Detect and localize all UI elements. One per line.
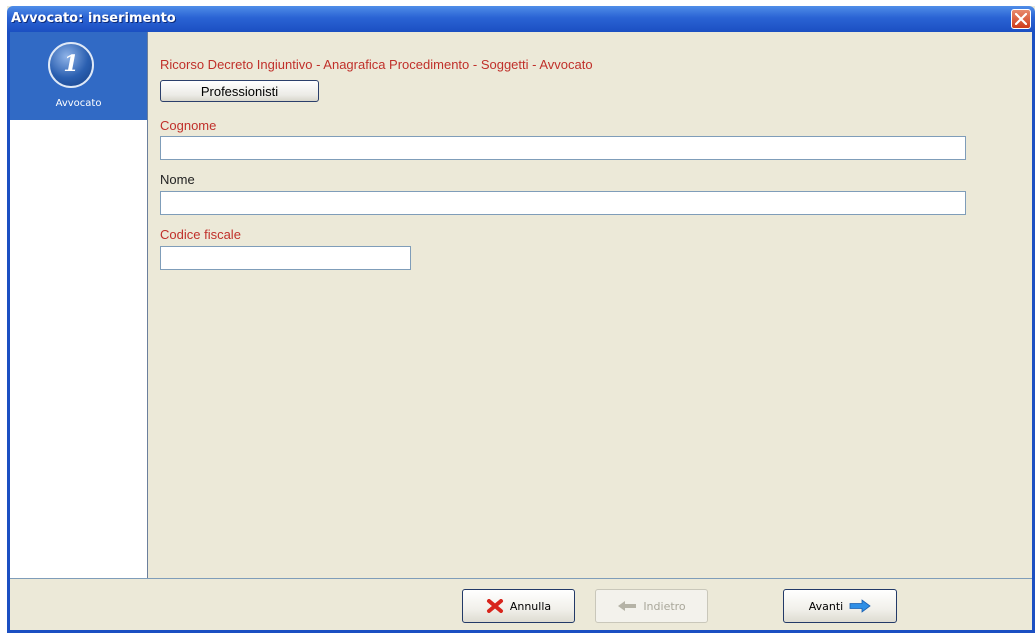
nome-label: Nome <box>160 172 195 187</box>
indietro-button[interactable]: Indietro <box>595 589 708 623</box>
professionisti-button[interactable]: Professionisti <box>160 80 319 102</box>
step-avvocato[interactable]: 1 Avvocato <box>10 32 147 120</box>
cognome-input[interactable] <box>160 136 966 160</box>
codice-fiscale-label: Codice fiscale <box>160 227 241 242</box>
step-number-badge: 1 <box>48 42 94 88</box>
footer-bar: Annulla Indietro Avanti <box>10 579 1032 630</box>
arrow-right-icon <box>849 599 871 613</box>
avanti-label: Avanti <box>808 599 844 613</box>
title-bar[interactable]: Avvocato: inserimento <box>7 6 1035 32</box>
breadcrumb: Ricorso Decreto Ingiuntivo - Anagrafica … <box>160 57 593 72</box>
window-title: Avvocato: inserimento <box>11 11 176 26</box>
wizard-steps-sidebar: 1 Avvocato <box>10 32 148 578</box>
indietro-label: Indietro <box>643 599 686 613</box>
cognome-label: Cognome <box>160 118 217 133</box>
dialog-window: Avvocato: inserimento 1 Avvocato Ricorso… <box>7 6 1035 633</box>
annulla-label: Annulla <box>509 599 552 613</box>
close-button[interactable] <box>1011 9 1031 29</box>
avanti-button[interactable]: Avanti <box>783 589 897 623</box>
step-label: Avvocato <box>55 98 102 109</box>
arrow-left-icon <box>618 601 637 611</box>
annulla-button[interactable]: Annulla <box>462 589 575 623</box>
nome-input[interactable] <box>160 191 966 215</box>
main-content: Ricorso Decreto Ingiuntivo - Anagrafica … <box>148 32 1032 578</box>
close-x-icon <box>1015 13 1027 25</box>
codice-fiscale-input[interactable] <box>160 246 411 270</box>
red-x-icon <box>486 599 503 613</box>
